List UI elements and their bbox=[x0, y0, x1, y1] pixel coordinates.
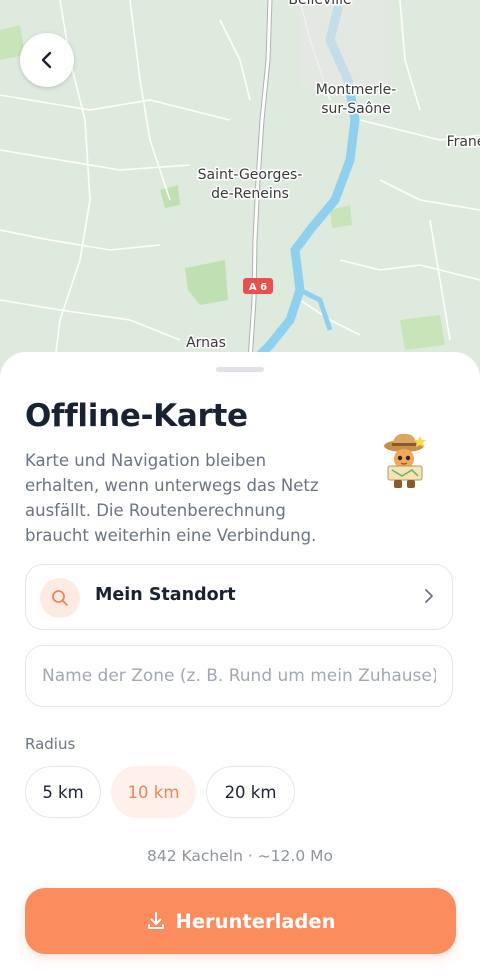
chevron-right-icon bbox=[425, 589, 433, 603]
park-area bbox=[400, 315, 445, 350]
place-label: Frane bbox=[447, 134, 480, 150]
description-text: Karte und Navigation bleiben erhalten, w… bbox=[25, 451, 319, 545]
place-label: Arnas bbox=[186, 335, 226, 351]
radius-label: Radius bbox=[25, 735, 76, 753]
zone-name-input[interactable] bbox=[25, 645, 453, 707]
highway-shield-label: A 6 bbox=[249, 282, 267, 293]
download-button[interactable]: Herunterladen bbox=[25, 888, 456, 954]
download-label: Herunterladen bbox=[175, 909, 336, 933]
drag-handle[interactable] bbox=[216, 367, 264, 372]
radius-chip-20km[interactable]: 20 km bbox=[206, 766, 295, 818]
place-label: Montmerle- bbox=[316, 82, 397, 98]
place-label: Belleville bbox=[288, 0, 351, 8]
tile-estimate: 842 Kacheln · ~12.0 Mo bbox=[147, 847, 333, 865]
location-selector[interactable]: Mein Standort bbox=[25, 564, 453, 630]
bottom-sheet: Offline-Karte Karte und Navigation bleib… bbox=[0, 352, 480, 978]
radius-chip-5km[interactable]: 5 km bbox=[25, 766, 101, 818]
place-label: de-Reneins bbox=[211, 186, 289, 202]
place-label: Saint-Georges- bbox=[198, 167, 303, 183]
place-label: sur-Saône bbox=[321, 101, 391, 117]
search-icon bbox=[52, 590, 68, 606]
download-icon bbox=[146, 911, 166, 931]
chevron-left-icon bbox=[41, 51, 52, 69]
location-label: Mein Standort bbox=[95, 585, 236, 605]
radius-chip-10km[interactable]: 10 km bbox=[111, 766, 196, 818]
town-area bbox=[300, 0, 390, 90]
location-icon-circle bbox=[40, 578, 80, 618]
back-button[interactable] bbox=[20, 33, 74, 87]
explorer-mascot-icon bbox=[384, 433, 426, 488]
page-title: Offline-Karte bbox=[25, 398, 248, 434]
